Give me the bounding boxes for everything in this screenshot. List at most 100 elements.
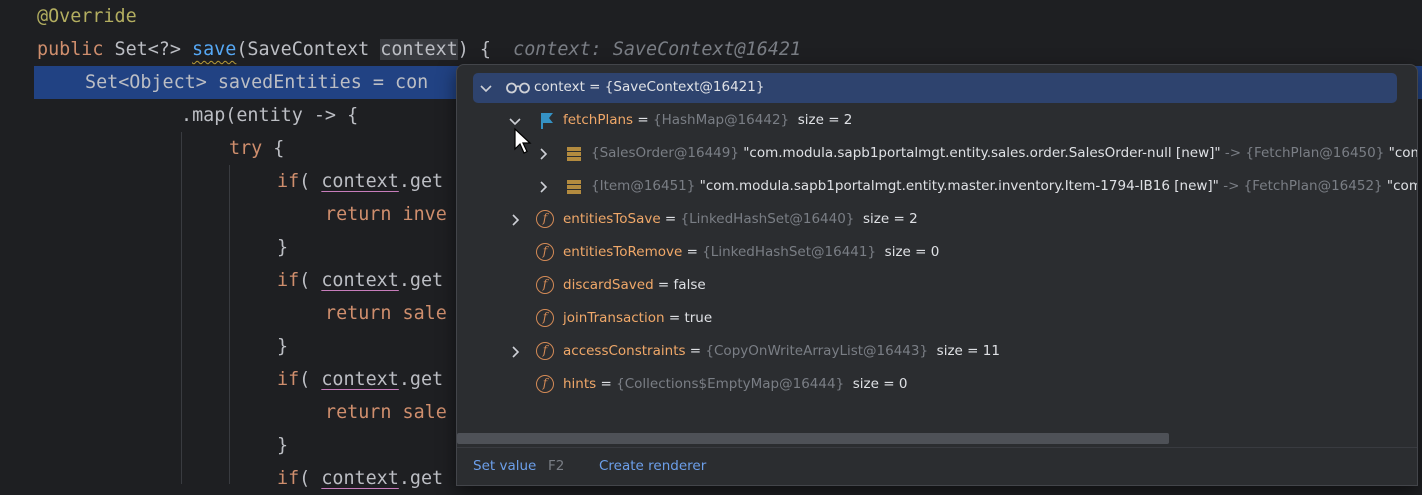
code-token: public — [37, 39, 115, 60]
size-value: size = 2 — [797, 112, 853, 128]
code-token: context: SaveContext@16421 — [491, 39, 802, 60]
tree-row-jointransaction[interactable]: f joinTransaction = true — [457, 302, 1417, 335]
chevron-down-icon[interactable] — [478, 71, 494, 104]
field-name: fetchPlans — [563, 112, 634, 128]
field-value: size = 0 — [852, 376, 908, 392]
field-value: true — [684, 310, 713, 326]
entry-value-string: "com.modula — [1386, 178, 1417, 194]
field-name: discardSaved — [563, 277, 654, 293]
field-icon: f — [536, 210, 554, 228]
code-token: return — [325, 402, 403, 423]
object-ref: {Collections$EmptyMap@16444} — [616, 376, 845, 392]
field-icon: f — [536, 309, 554, 327]
code-token: ( — [299, 270, 322, 291]
entry-arrow: -> — [1218, 178, 1244, 194]
variable-name: context — [534, 79, 585, 95]
object-ref: {LinkedHashSet@16440} — [680, 211, 855, 227]
equals: = — [664, 310, 685, 326]
code-token: sale — [402, 402, 447, 423]
code-token: .get — [398, 171, 444, 192]
horizontal-scrollbar-thumb[interactable] — [457, 433, 1169, 444]
code-token: inve — [402, 204, 447, 225]
code-token: .map(entity -> { — [181, 105, 359, 126]
field-icon: f — [536, 243, 554, 261]
entry-value-string: "com.modula — [1388, 145, 1417, 161]
code-token: } — [277, 336, 289, 357]
code-token: context — [321, 270, 399, 291]
indent-guide — [229, 165, 230, 484]
tree-row-entry[interactable]: {Item@16451} "com.modula.sapb1portalmgt.… — [457, 170, 1417, 203]
chevron-right-icon[interactable] — [535, 170, 551, 203]
code-token: ( — [299, 468, 322, 489]
code-token: return — [325, 303, 403, 324]
mouse-cursor-icon — [514, 127, 532, 154]
tree-row-context[interactable]: context = {SaveContext@16421} — [457, 71, 1417, 104]
indent-guide — [181, 132, 182, 484]
field-icon: f — [536, 342, 554, 360]
code-token: context — [321, 369, 399, 390]
tree-row-entitiestoremove[interactable]: f entitiesToRemove = {LinkedHashSet@16441… — [457, 236, 1417, 269]
equals: = — [633, 112, 653, 128]
code-token: .get — [398, 369, 444, 390]
tree-row-fetchplans[interactable]: fetchPlans = {HashMap@16442} size = 2 — [457, 104, 1417, 137]
field-name: hints — [563, 376, 597, 392]
entry-value-ref: {FetchPlan@16450} — [1245, 145, 1385, 161]
equals: = — [682, 244, 703, 260]
code-line[interactable]: @Override — [0, 0, 1422, 33]
code-token: Set<Object> savedEntities = con — [85, 72, 429, 93]
code-token: .get — [398, 270, 444, 291]
code-token: context — [321, 468, 399, 489]
debug-value-popup: context = {SaveContext@16421} fetchPlans… — [456, 64, 1418, 486]
field-value: size = 2 — [863, 211, 918, 227]
map-entry-icon — [567, 180, 581, 194]
equals: = — [584, 79, 605, 95]
tree-row-discardsaved[interactable]: f discardSaved = false — [457, 269, 1417, 302]
chevron-right-icon[interactable] — [535, 137, 551, 170]
create-renderer-link[interactable]: Create renderer — [599, 458, 706, 474]
map-entry-icon — [567, 147, 581, 161]
chevron-right-icon[interactable] — [507, 203, 523, 236]
code-token: return — [325, 204, 403, 225]
code-token: (SaveContext — [236, 39, 381, 60]
code-token: { — [273, 138, 285, 159]
tree-row-entitiestosave[interactable]: f entitiesToSave = {LinkedHashSet@16440} … — [457, 203, 1417, 236]
code-token: try — [229, 138, 274, 159]
field-name: entitiesToRemove — [563, 244, 683, 260]
tree-row-entry[interactable]: {SalesOrder@16449} "com.modula.sapb1port… — [457, 137, 1417, 170]
set-value-shortcut: F2 — [548, 458, 565, 474]
code-token: ( — [299, 369, 322, 390]
field-name: entitiesToSave — [563, 211, 661, 227]
code-token: if — [277, 171, 300, 192]
set-value-link[interactable]: Set value — [473, 458, 536, 474]
variable-value: {SaveContext@16421} — [604, 79, 765, 95]
flag-icon — [541, 113, 553, 129]
equals: = — [596, 376, 617, 392]
code-token: save — [192, 39, 237, 60]
code-token: .get — [398, 468, 444, 489]
code-token: context — [380, 39, 458, 60]
field-value: size = 0 — [884, 244, 940, 260]
code-token: sale — [402, 303, 447, 324]
code-token: if — [277, 270, 300, 291]
entry-key-ref: {Item@16451} — [591, 178, 696, 194]
entry-key-string: "com.modula.sapb1portalmgt.entity.sales.… — [743, 145, 1221, 161]
object-ref: {LinkedHashSet@16441} — [702, 244, 877, 260]
entry-value-ref: {FetchPlan@16452} — [1243, 178, 1383, 194]
popup-footer: Set value F2 Create renderer — [457, 447, 1417, 485]
entry-arrow: -> — [1220, 145, 1246, 161]
field-icon: f — [536, 375, 554, 393]
equals: = — [685, 343, 706, 359]
code-token: } — [277, 435, 289, 456]
object-ref: {CopyOnWriteArrayList@16443} — [705, 343, 929, 359]
chevron-right-icon[interactable] — [507, 335, 523, 368]
code-token: if — [277, 369, 300, 390]
tree-row-hints[interactable]: f hints = {Collections$EmptyMap@16444} si… — [457, 368, 1417, 401]
code-token: @Override — [37, 6, 137, 27]
entry-key-ref: {SalesOrder@16449} — [591, 145, 739, 161]
code-token: ) { — [457, 39, 491, 60]
object-ref: {HashMap@16442} — [653, 112, 790, 128]
code-token: if — [277, 468, 300, 489]
code-line[interactable]: public Set<?> save(SaveContext context) … — [0, 33, 1422, 66]
code-token: ( — [299, 171, 322, 192]
tree-row-accessconstraints[interactable]: f accessConstraints = {CopyOnWriteArrayLi… — [457, 335, 1417, 368]
